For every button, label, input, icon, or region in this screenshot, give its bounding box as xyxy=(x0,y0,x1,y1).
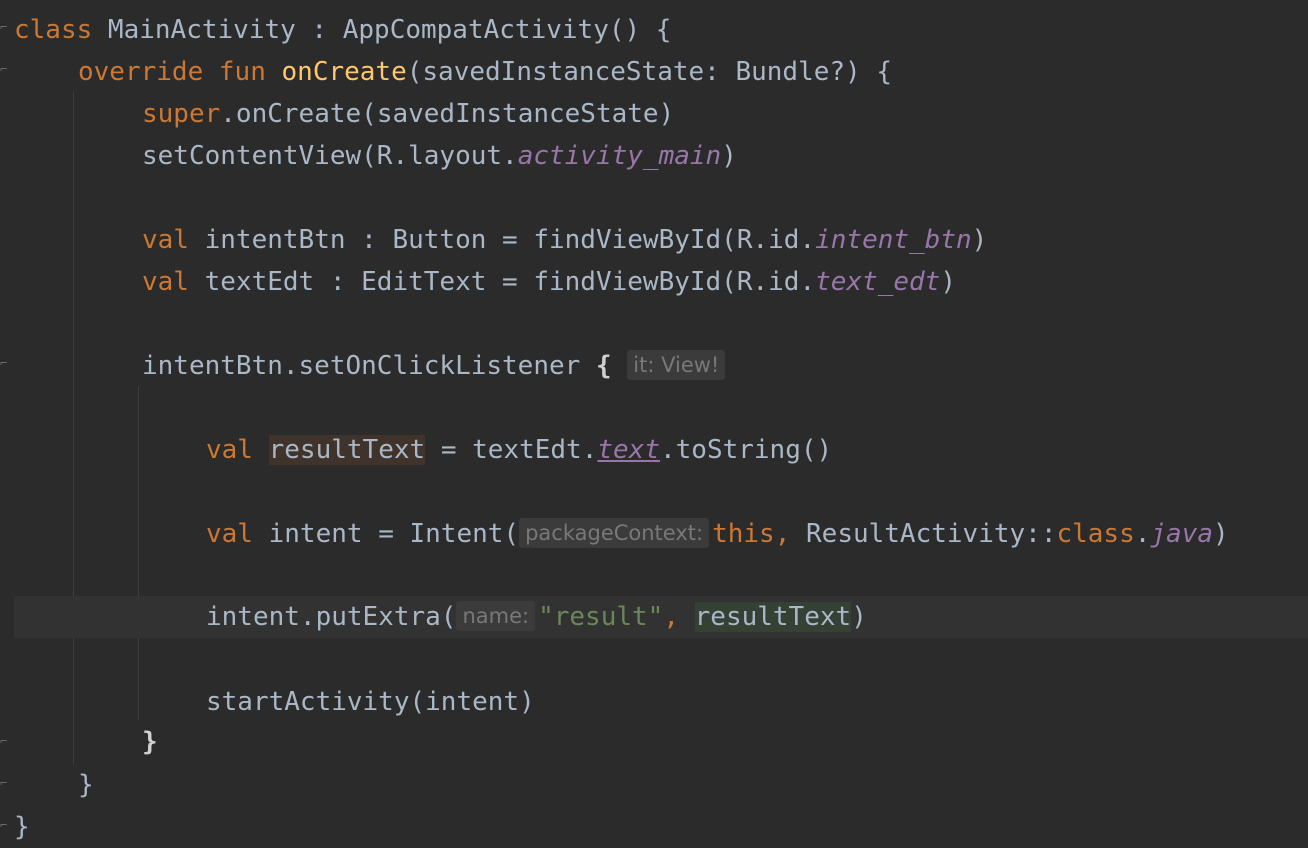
lambda-brace: { xyxy=(595,351,612,381)
code-line: override fun onCreate(savedInstanceState… xyxy=(14,51,1308,93)
function-name: onCreate xyxy=(281,57,407,87)
code-text: ) xyxy=(940,267,956,297)
fold-icon[interactable]: ⌐ xyxy=(0,356,10,370)
indent-guide xyxy=(73,92,74,764)
code-text: = textEdt. xyxy=(425,435,598,465)
resource-ref: intent_btn xyxy=(815,225,972,255)
code-text: setContentView(R.layout. xyxy=(142,141,518,171)
code-text: ) xyxy=(1213,519,1229,549)
variable-highlight: resultText xyxy=(694,602,852,632)
code-editor[interactable]: ⌐ ⌐ ⌐ ⌐ ⌐ ⌐ class MainActivity : AppComp… xyxy=(0,0,1308,848)
code-line: val intent = Intent(packageContext: this,… xyxy=(14,513,1308,555)
keyword: fun xyxy=(203,57,282,87)
code-line: } xyxy=(14,764,1308,806)
code-text: intent = Intent( xyxy=(252,519,520,549)
code-line: startActivity(intent) xyxy=(14,681,1308,723)
variable-highlight: resultText xyxy=(268,435,426,465)
code-text: } xyxy=(78,770,94,800)
property-ref: java xyxy=(1150,519,1214,549)
fold-gutter: ⌐ ⌐ ⌐ ⌐ ⌐ ⌐ xyxy=(0,0,12,848)
code-line: val textEdt : EditText = findViewById(R.… xyxy=(14,261,1308,303)
fold-icon[interactable]: ⌐ xyxy=(0,776,10,790)
code-line: setContentView(R.layout.activity_main) xyxy=(14,135,1308,177)
fold-icon[interactable]: ⌐ xyxy=(0,62,10,76)
code-line: } xyxy=(14,806,1308,848)
property-ref: text xyxy=(597,435,660,465)
code-line: val resultText = textEdt.text.toString() xyxy=(14,429,1308,471)
keyword: class xyxy=(1056,519,1135,549)
fold-icon[interactable]: ⌐ xyxy=(0,20,10,34)
code-line: intentBtn.setOnClickListener { it: View! xyxy=(14,345,1308,387)
code-text: .toString() xyxy=(659,435,833,465)
code-text: ) xyxy=(971,225,988,255)
keyword: override xyxy=(78,57,204,87)
code-text: ) xyxy=(721,141,737,171)
inlay-hint[interactable]: packageContext: xyxy=(519,518,710,548)
keyword: val xyxy=(206,519,253,549)
code-text: intent.putExtra( xyxy=(206,602,457,632)
code-text: startActivity(intent) xyxy=(206,687,535,717)
code-text: textEdt : EditText = findViewById(R.id. xyxy=(188,267,816,297)
code-text: intentBtn.setOnClickListener xyxy=(142,351,596,381)
string-literal: "result" xyxy=(538,602,664,632)
code-text: . xyxy=(1134,519,1151,549)
keyword: class xyxy=(14,15,93,45)
keyword: super xyxy=(142,99,221,129)
resource-ref: text_edt xyxy=(815,267,941,297)
fold-icon[interactable]: ⌐ xyxy=(0,818,10,832)
code-text: (savedInstanceState: Bundle?) { xyxy=(406,57,893,87)
code-text: MainActivity : AppCompatActivity() { xyxy=(92,15,672,45)
keyword: val xyxy=(206,435,253,465)
code-text: } xyxy=(14,812,30,842)
code-text: .onCreate(savedInstanceState) xyxy=(220,99,675,129)
code-line: class MainActivity : AppCompatActivity()… xyxy=(14,9,1308,51)
code-text: intentBtn : Button = findViewById(R.id. xyxy=(188,225,816,255)
keyword: this, xyxy=(712,519,791,549)
code-line: super.onCreate(savedInstanceState) xyxy=(14,93,1308,135)
fold-icon[interactable]: ⌐ xyxy=(0,734,10,748)
keyword: val xyxy=(142,267,189,297)
code-text: ResultActivity:: xyxy=(790,519,1057,549)
code-text: ) xyxy=(851,602,867,632)
inlay-hint[interactable]: name: xyxy=(456,601,536,631)
code-text: , xyxy=(663,602,695,632)
resource-ref: activity_main xyxy=(517,141,722,171)
lambda-brace: } xyxy=(142,727,158,757)
keyword: val xyxy=(142,225,189,255)
current-line: intent.putExtra(name: "result", resultTex… xyxy=(14,596,1308,638)
code-line: val intentBtn : Button = findViewById(R.… xyxy=(14,219,1308,261)
inlay-hint[interactable]: it: View! xyxy=(627,350,726,380)
code-line: } xyxy=(14,721,1308,763)
